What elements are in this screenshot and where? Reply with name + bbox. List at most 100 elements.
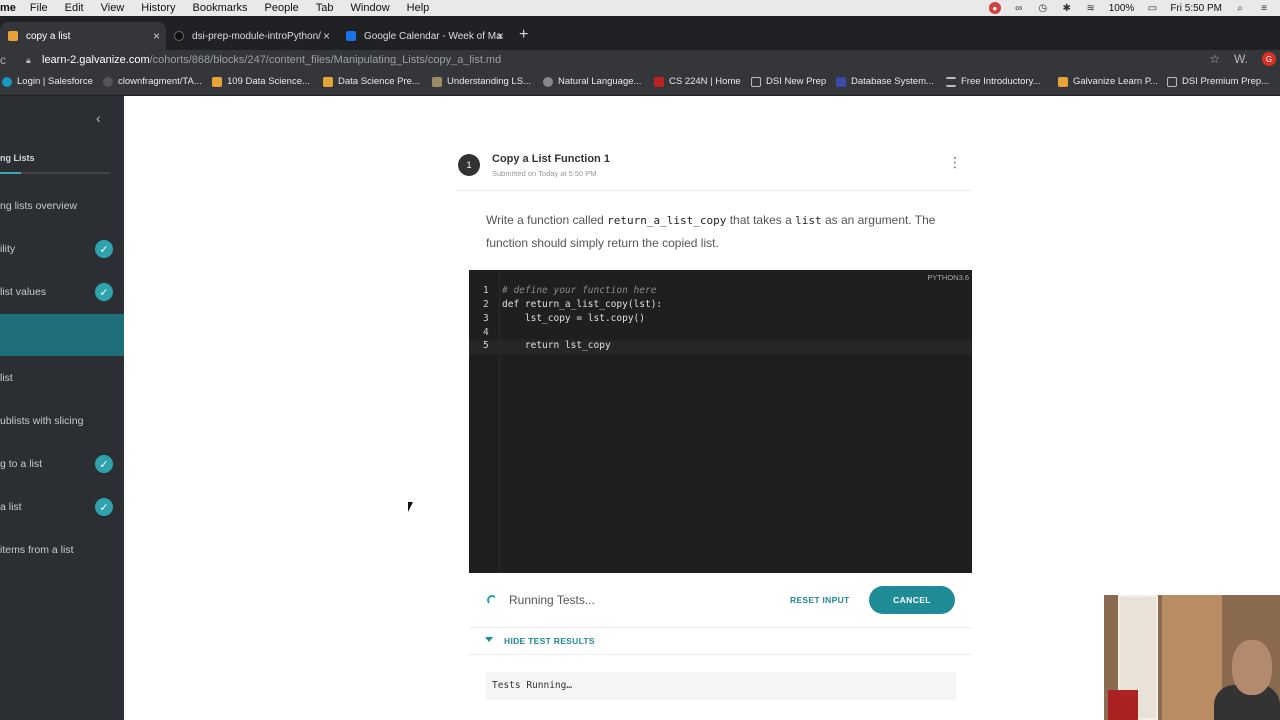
tab-title: copy a list bbox=[26, 30, 71, 42]
code-line[interactable]: 4 bbox=[469, 327, 972, 341]
menu-help[interactable]: Help bbox=[407, 2, 430, 14]
reload-icon[interactable]: c bbox=[0, 53, 12, 67]
bookmark-star-icon[interactable]: ☆ bbox=[1209, 52, 1220, 66]
bookmark-data-science-prep[interactable]: Data Science Pre... bbox=[323, 76, 420, 87]
menu-view[interactable]: View bbox=[101, 2, 125, 14]
extension-label[interactable]: W. bbox=[1234, 52, 1248, 66]
bookmark-label: DSI New Prep bbox=[766, 76, 827, 87]
bookmark-label: Data Science Pre... bbox=[338, 76, 420, 87]
bookmark-clownfragment[interactable]: clownfragment/TA... bbox=[103, 76, 202, 87]
battery-percent: 100% bbox=[1108, 2, 1135, 14]
code-text: return lst_copy bbox=[502, 340, 611, 351]
sidebar-item-copy-a-list[interactable] bbox=[0, 314, 124, 356]
submission-timestamp: Submitted on Today at 5:50 PM bbox=[492, 169, 597, 178]
hide-test-results-toggle[interactable]: HIDE TEST RESULTS bbox=[469, 627, 972, 655]
new-tab-icon[interactable]: + bbox=[519, 26, 528, 44]
bookmark-label: Free Introductory... bbox=[961, 76, 1041, 87]
more-options-icon[interactable]: ⋮ bbox=[948, 154, 962, 171]
bookmark-understanding-ls[interactable]: Understanding LS... bbox=[432, 76, 531, 87]
section-progress bbox=[0, 172, 110, 174]
code-line-active[interactable]: 5 return lst_copy bbox=[469, 340, 972, 354]
tab-copy-a-list[interactable]: copy a list × bbox=[0, 22, 166, 50]
code-line[interactable]: 2 def return_a_list_copy(lst): bbox=[469, 299, 972, 313]
menu-tab[interactable]: Tab bbox=[316, 2, 334, 14]
galvanize-icon bbox=[1058, 76, 1068, 87]
folder-icon bbox=[1167, 76, 1177, 87]
bookmark-database-system[interactable]: Database System... bbox=[836, 76, 934, 87]
sidebar-item-mutability[interactable]: ility ✓ bbox=[0, 228, 124, 270]
run-controls: Running Tests... RESET INPUT CANCEL bbox=[469, 583, 972, 619]
tab-google-calendar[interactable]: Google Calendar - Week of Ma × bbox=[338, 22, 510, 50]
bookmark-label: Understanding LS... bbox=[447, 76, 531, 87]
check-icon: ✓ bbox=[95, 498, 113, 516]
bookmark-salesforce[interactable]: Login | Salesforce bbox=[2, 76, 93, 87]
line-number: 4 bbox=[483, 327, 489, 338]
sidebar-item-adding-to-list[interactable]: g to a list ✓ bbox=[0, 443, 124, 485]
github-icon bbox=[103, 76, 113, 87]
menu-edit[interactable]: Edit bbox=[65, 2, 84, 14]
sidebar-item-a-list[interactable]: a list ✓ bbox=[0, 486, 124, 528]
menu-bookmarks[interactable]: Bookmarks bbox=[193, 2, 248, 14]
sidebar-item-label: ublists with slicing bbox=[0, 415, 84, 427]
menu-file[interactable]: File bbox=[30, 2, 48, 14]
bookmark-dsi-premium-prep[interactable]: DSI Premium Prep... bbox=[1167, 76, 1269, 87]
close-tab-icon[interactable]: × bbox=[153, 29, 160, 43]
time-machine-icon[interactable]: ◷ bbox=[1037, 2, 1049, 14]
lock-icon[interactable]: 🔒︎ bbox=[26, 55, 36, 65]
sidebar-item-label: g to a list bbox=[0, 458, 43, 470]
tab-github[interactable]: dsi-prep-module-introPython/ × bbox=[166, 22, 336, 50]
close-tab-icon[interactable]: × bbox=[497, 29, 504, 43]
cancel-button[interactable]: CANCEL bbox=[869, 586, 955, 614]
chevron-left-icon[interactable]: ‹ bbox=[96, 110, 101, 126]
code-line[interactable]: 1 # define your function here bbox=[469, 285, 972, 299]
record-icon[interactable]: ● bbox=[988, 2, 1001, 14]
exercise-card: 1 Copy a List Function 1 Submitted on To… bbox=[456, 140, 972, 720]
battery-icon[interactable]: ▭ bbox=[1146, 2, 1158, 14]
menu-list-icon[interactable]: ≡ bbox=[1258, 2, 1270, 14]
test-output-text: Tests Running… bbox=[492, 680, 573, 691]
bookmarks-bar: Login | Salesforce clownfragment/TA... 1… bbox=[0, 70, 1280, 96]
url-field[interactable]: learn-2.galvanize.com/cohorts/868/blocks… bbox=[42, 54, 501, 66]
lesson-sidebar: ‹ ng Lists ng lists overview ility ✓ list… bbox=[0, 96, 124, 720]
code-text: # define your function here bbox=[502, 285, 657, 296]
bookmark-galvanize-learn[interactable]: Galvanize Learn P... bbox=[1058, 76, 1158, 87]
sidebar-item-list-values[interactable]: list values ✓ bbox=[0, 271, 124, 313]
galvanize-icon bbox=[323, 76, 333, 87]
spotlight-search-icon[interactable]: ⌕ bbox=[1234, 2, 1246, 14]
code-line[interactable]: 3 lst_copy = lst.copy() bbox=[469, 313, 972, 327]
sidebar-item-list[interactable]: list bbox=[0, 357, 124, 399]
github-favicon-icon bbox=[174, 31, 184, 41]
bookmark-cs224n[interactable]: CS 224N | Home bbox=[654, 76, 741, 87]
check-icon: ✓ bbox=[95, 240, 113, 258]
profile-avatar[interactable]: G bbox=[1262, 52, 1276, 66]
sidebar-item-sublists-slicing[interactable]: ublists with slicing bbox=[0, 400, 124, 442]
reset-input-button[interactable]: RESET INPUT bbox=[790, 595, 850, 605]
sidebar-item-removing-items[interactable]: items from a list bbox=[0, 529, 124, 571]
stanford-icon bbox=[654, 76, 664, 87]
menu-people[interactable]: People bbox=[265, 2, 299, 14]
menu-window[interactable]: Window bbox=[351, 2, 390, 14]
menu-history[interactable]: History bbox=[141, 2, 175, 14]
bookmark-natural-language[interactable]: Natural Language... bbox=[543, 76, 641, 87]
check-icon: ✓ bbox=[95, 283, 113, 301]
line-number: 3 bbox=[483, 313, 489, 324]
sidebar-item-label: a list bbox=[0, 501, 22, 513]
sidebar-item-overview[interactable]: ng lists overview bbox=[0, 185, 124, 227]
close-tab-icon[interactable]: × bbox=[323, 29, 330, 43]
section-title: ng Lists bbox=[0, 153, 35, 163]
glasses-icon[interactable]: ∞ bbox=[1013, 2, 1025, 14]
code-editor[interactable]: PYTHON3.6 1 # define your function here 2… bbox=[469, 270, 972, 573]
caret-down-icon bbox=[485, 637, 493, 642]
bluetooth-icon[interactable]: ✱ bbox=[1061, 2, 1073, 14]
galvanize-icon bbox=[212, 76, 222, 87]
menu-app[interactable]: me bbox=[0, 2, 16, 14]
bookmark-free-introductory[interactable]: Free Introductory... bbox=[946, 76, 1041, 87]
bookmark-dsi-new-prep[interactable]: DSI New Prep bbox=[751, 76, 826, 87]
sidebar-item-label: list values bbox=[0, 286, 47, 298]
webcam-chair bbox=[1108, 690, 1138, 720]
bookmark-label: clownfragment/TA... bbox=[118, 76, 202, 87]
wifi-icon[interactable]: ≋ bbox=[1085, 2, 1097, 14]
bookmark-109-data-science[interactable]: 109 Data Science... bbox=[212, 76, 310, 87]
bookmark-label: 109 Data Science... bbox=[227, 76, 310, 87]
clock[interactable]: Fri 5:50 PM bbox=[1170, 3, 1222, 14]
